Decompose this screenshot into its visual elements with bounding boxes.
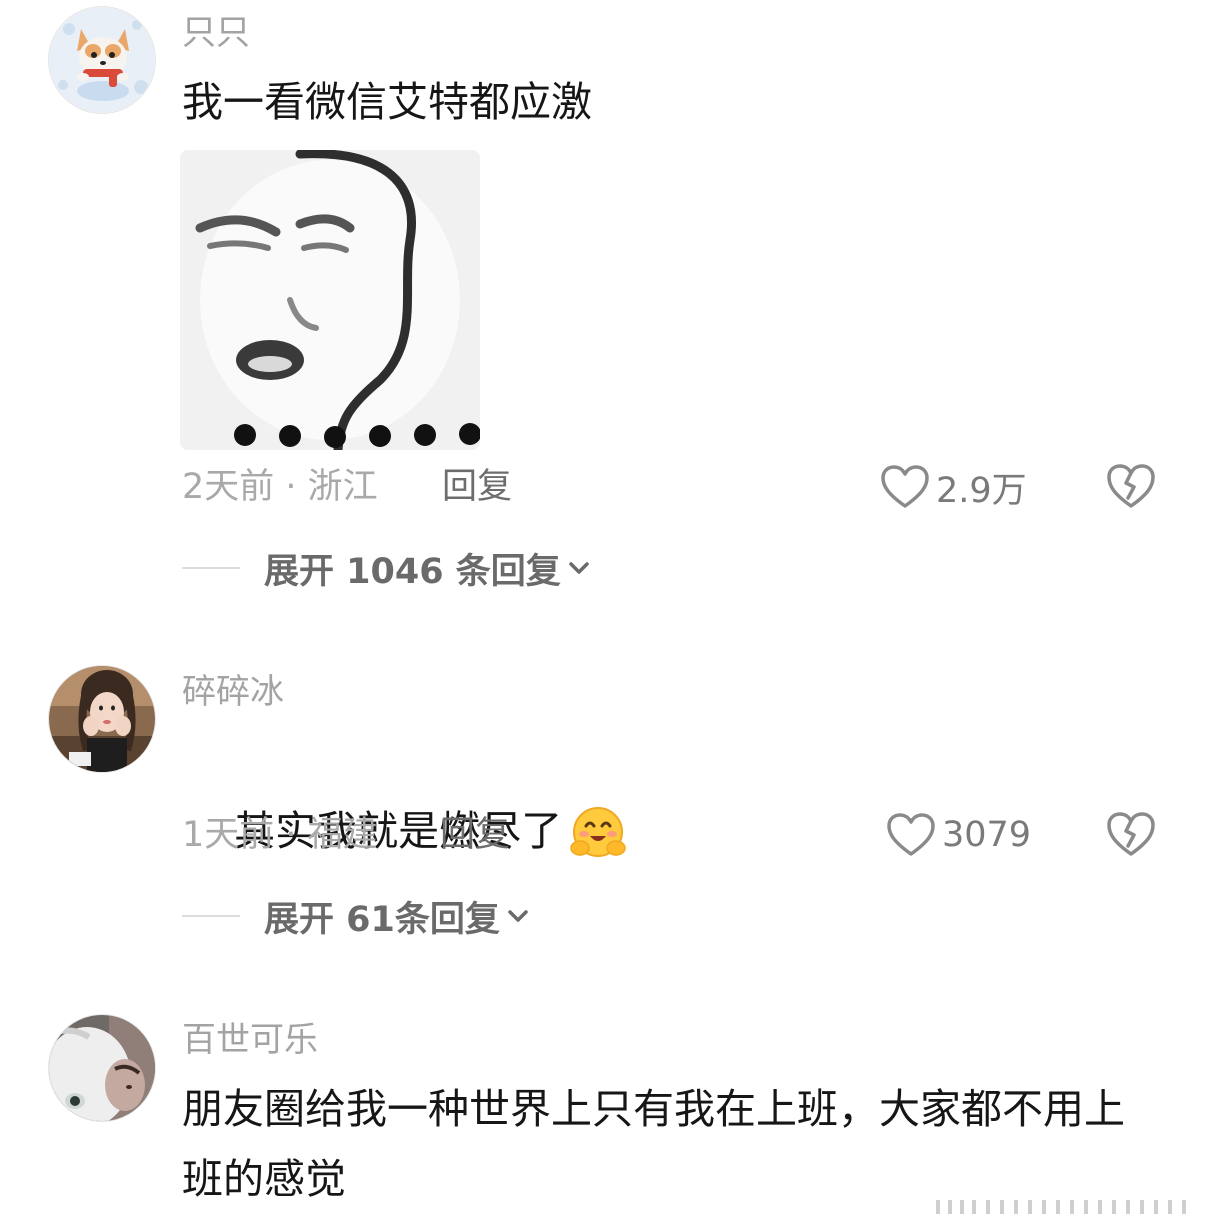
reply-button[interactable]: 回复 [442,465,512,509]
avatar[interactable] [48,665,156,773]
chevron-down-icon [569,562,589,574]
expand-replies-label: 展开 61条回复 [264,899,500,940]
divider-line [182,567,240,569]
username[interactable]: 百世可乐 [182,1020,318,1060]
like-count: 2.9万 [936,470,1027,511]
scroll-indicator [926,1200,1196,1214]
dislike-button[interactable] [1106,810,1156,860]
like-button[interactable]: 3079 [886,810,1031,860]
expand-replies-label: 展开 1046 条回复 [264,551,561,592]
expand-replies-button[interactable]: 展开 1046 条回复 [182,546,591,592]
hugging-face-emoji [570,807,626,857]
comment-item: 百世可乐 朋友圈给我一种世界上只有我在上班，大家都不用上班的感觉 [0,1000,1206,1230]
dog-photo-avatar-icon [49,1015,155,1121]
comment-item: 碎碎冰 其实我就是燃尽了 1天前 · 福建 回复 3079 展开 61条回复 [0,600,1206,1000]
avatar[interactable] [48,1014,156,1122]
avatar[interactable] [48,6,156,114]
like-button[interactable]: 2.9万 [880,462,1027,512]
heart-outline-icon [887,813,935,856]
time-location: 2天前 · 浙江 [182,467,378,507]
divider-line [182,915,240,917]
comment-item: 只只 我一看微信艾特都应激 2天前 · 浙江 回复 2.9万 展开 1046 条… [0,0,1206,600]
broken-heart-icon [1107,812,1155,856]
heart-outline-icon [881,465,929,508]
username[interactable]: 只只 [182,13,250,53]
broken-heart-icon [1107,464,1155,508]
dog-cartoon-avatar-icon [49,7,155,113]
username[interactable]: 碎碎冰 [182,672,284,712]
meme-face-sticker[interactable] [180,150,480,450]
like-count: 3079 [942,815,1032,855]
chevron-down-icon [508,910,528,922]
comment-text: 我一看微信艾特都应激 [182,78,592,126]
reply-button[interactable]: 回复 [440,813,510,857]
dislike-button[interactable] [1106,462,1156,512]
expand-replies-button[interactable]: 展开 61条回复 [182,894,530,940]
girl-photo-avatar-icon [49,666,155,772]
time-location: 1天前 · 福建 [182,815,378,855]
meme-face-icon [180,150,480,450]
